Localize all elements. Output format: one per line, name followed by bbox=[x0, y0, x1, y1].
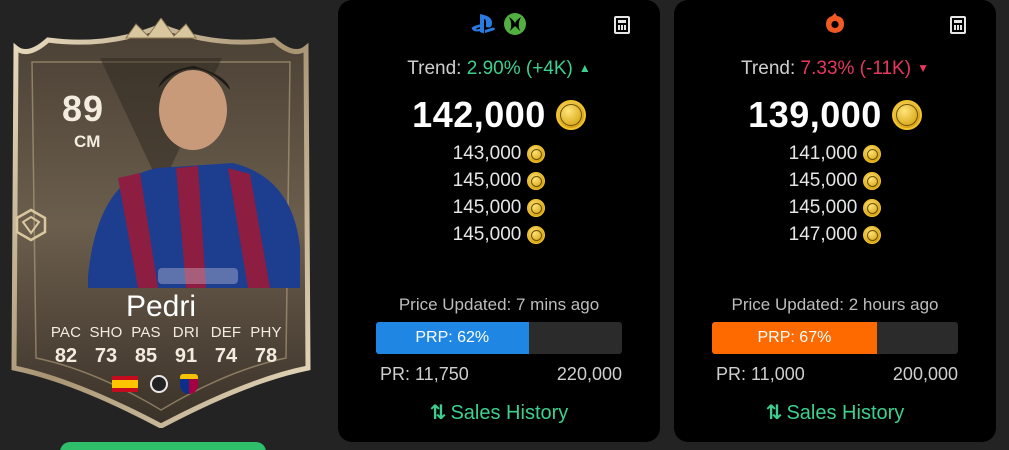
coin-icon bbox=[555, 100, 586, 130]
trend-value: 7.33% (-11K) bbox=[800, 58, 912, 79]
sales-history-link[interactable]: ⇅ Sales History bbox=[338, 400, 660, 425]
price-row: 145,000 bbox=[789, 167, 882, 194]
prp-fill: PRP: 67% bbox=[712, 322, 877, 354]
price-row: 145,000 bbox=[453, 167, 546, 194]
stat-value: 73 bbox=[94, 345, 118, 367]
evolution-icon bbox=[15, 208, 47, 242]
price-row: 141,000 bbox=[789, 140, 882, 167]
card-position: CM bbox=[74, 132, 101, 151]
lowest-price-value: 142,000 bbox=[412, 94, 546, 135]
stat-value: 82 bbox=[54, 345, 78, 367]
price-row: 143,000 bbox=[453, 140, 546, 167]
origin-pc-icon bbox=[826, 13, 844, 33]
trend-up-icon: ▲ bbox=[578, 61, 591, 75]
stat-pas: PAS 85 bbox=[128, 324, 164, 368]
price-range-min: PR: 11,000 bbox=[716, 364, 805, 384]
calculator-icon[interactable] bbox=[614, 16, 630, 34]
trend-value: 2.90% (+4K) bbox=[466, 58, 573, 79]
coin-icon bbox=[863, 198, 882, 217]
stat-value: 78 bbox=[254, 345, 278, 367]
sales-history-label: Sales History bbox=[450, 402, 569, 424]
trend-label: Trend: bbox=[741, 58, 796, 79]
price-value: 145,000 bbox=[788, 169, 858, 191]
green-action-button[interactable] bbox=[60, 442, 266, 450]
console-price-panel: Trend: 2.90% (+4K) ▲ 142,000 143,000 145,… bbox=[338, 0, 660, 442]
spain-flag-icon bbox=[112, 376, 138, 392]
sort-arrows-icon: ⇅ bbox=[429, 402, 447, 424]
price-range: PR: 11,750 220,000 bbox=[380, 364, 622, 385]
lowest-price-value: 139,000 bbox=[748, 94, 882, 135]
playstation-icon bbox=[471, 14, 495, 34]
stat-phy: PHY 78 bbox=[248, 324, 284, 368]
platform-icons bbox=[674, 12, 996, 36]
stat-label: DEF bbox=[210, 324, 242, 341]
fc-barcelona-crest-icon bbox=[180, 374, 198, 394]
stat-label: SHO bbox=[89, 324, 123, 341]
stat-dri: DRI 91 bbox=[168, 324, 204, 368]
coin-icon bbox=[527, 198, 546, 217]
coin-icon bbox=[863, 225, 882, 244]
xbox-icon bbox=[504, 13, 526, 35]
coin-icon bbox=[863, 171, 882, 190]
prp-progress-bar: PRP: 62% bbox=[376, 322, 622, 354]
card-badges bbox=[112, 374, 198, 394]
stat-pac: PAC 82 bbox=[48, 324, 84, 368]
stat-value: 85 bbox=[134, 345, 158, 367]
price-range-max: 200,000 bbox=[892, 364, 958, 384]
laliga-icon bbox=[150, 375, 168, 393]
sales-history-link[interactable]: ⇅ Sales History bbox=[674, 400, 996, 425]
price-range-max: 220,000 bbox=[556, 364, 622, 384]
trend-down-icon: ▼ bbox=[917, 61, 929, 75]
coin-icon bbox=[527, 225, 546, 244]
stat-row: PAC 82 SHO 73 PAS 85 DRI 91 DEF 74 PHY 7… bbox=[48, 324, 284, 368]
price-value: 143,000 bbox=[452, 142, 522, 164]
stat-def: DEF 74 bbox=[208, 324, 244, 368]
price-row: 145,000 bbox=[453, 221, 546, 248]
trend-line: Trend: 2.90% (+4K) ▲ bbox=[338, 58, 660, 80]
stat-label: PAS bbox=[131, 324, 161, 341]
price-row: 147,000 bbox=[789, 221, 882, 248]
price-value: 145,000 bbox=[452, 169, 522, 191]
card-rating: 89 bbox=[62, 88, 105, 129]
price-row: 145,000 bbox=[789, 194, 882, 221]
lowest-price: 139,000 bbox=[674, 94, 996, 136]
player-card[interactable]: 89 CM Pedri PAC 82 SHO 73 PAS 85 DRI 91 bbox=[8, 18, 314, 428]
price-value: 147,000 bbox=[788, 223, 858, 245]
platform-icons bbox=[338, 12, 660, 36]
price-row: 145,000 bbox=[453, 194, 546, 221]
lowest-price: 142,000 bbox=[338, 94, 660, 136]
coin-icon bbox=[891, 100, 922, 130]
stat-sho: SHO 73 bbox=[88, 324, 124, 368]
player-name: Pedri bbox=[125, 290, 197, 323]
calculator-icon[interactable] bbox=[950, 16, 966, 34]
sales-history-label: Sales History bbox=[786, 402, 905, 424]
stat-value: 91 bbox=[174, 345, 198, 367]
sort-arrows-icon: ⇅ bbox=[765, 402, 783, 424]
price-value: 145,000 bbox=[788, 196, 858, 218]
coin-icon bbox=[527, 144, 546, 163]
coin-icon bbox=[527, 171, 546, 190]
price-value: 145,000 bbox=[452, 223, 522, 245]
trend-line: Trend: 7.33% (-11K) ▼ bbox=[674, 58, 996, 80]
price-list: 141,000 145,000 145,000 147,000 bbox=[674, 140, 996, 248]
player-price-page: 89 CM Pedri PAC 82 SHO 73 PAS 85 DRI 91 bbox=[0, 0, 1009, 450]
stat-label: DRI bbox=[172, 324, 200, 341]
price-updated: Price Updated: 7 mins ago bbox=[398, 295, 600, 314]
stat-label: PAC bbox=[50, 324, 82, 341]
price-range-min: PR: 11,750 bbox=[380, 364, 469, 384]
stat-value: 74 bbox=[214, 345, 238, 367]
price-value: 141,000 bbox=[788, 142, 858, 164]
trend-label: Trend: bbox=[407, 58, 462, 79]
stat-label: PHY bbox=[250, 324, 282, 341]
price-list: 143,000 145,000 145,000 145,000 bbox=[338, 140, 660, 248]
pc-price-panel: Trend: 7.33% (-11K) ▼ 139,000 141,000 145… bbox=[674, 0, 996, 442]
prp-progress-bar: PRP: 67% bbox=[712, 322, 958, 354]
coin-icon bbox=[863, 144, 882, 163]
prp-fill: PRP: 62% bbox=[376, 322, 529, 354]
price-updated: Price Updated: 2 hours ago bbox=[731, 295, 939, 314]
price-range: PR: 11,000 200,000 bbox=[716, 364, 958, 385]
price-value: 145,000 bbox=[452, 196, 522, 218]
